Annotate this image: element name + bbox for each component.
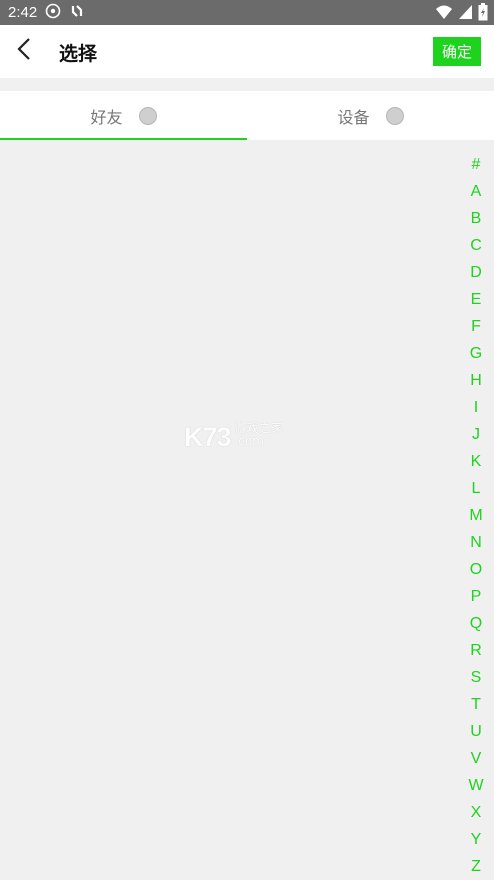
status-bar: 2:42 (0, 0, 494, 25)
back-button[interactable] (10, 36, 40, 66)
alpha-index-letter[interactable]: T (471, 691, 481, 718)
battery-icon (478, 3, 488, 25)
tab-friends[interactable]: 好友 (0, 91, 247, 140)
tab-devices-label: 设备 (337, 109, 370, 127)
alpha-index-letter[interactable]: L (472, 475, 481, 502)
alpha-index-letter[interactable]: # (472, 151, 481, 178)
alpha-index-letter[interactable]: C (470, 232, 482, 259)
alpha-index-letter[interactable]: A (471, 178, 482, 205)
alpha-index-letter[interactable]: B (471, 205, 482, 232)
alpha-index-letter[interactable]: D (470, 259, 482, 286)
alpha-index-letter[interactable]: G (470, 340, 482, 367)
content-area: K73 游戏之家 .com (0, 140, 494, 878)
alpha-index-letter[interactable]: W (468, 772, 483, 799)
status-time: 2:42 (8, 4, 38, 21)
confirm-button[interactable]: 确定 (433, 37, 481, 66)
alpha-index-letter[interactable]: E (471, 286, 482, 313)
page-title: 选择 (59, 44, 98, 65)
alpha-index-letter[interactable]: M (469, 502, 482, 529)
alpha-index-letter[interactable]: Z (471, 853, 481, 880)
tab-bar: 好友 设备 (0, 91, 494, 140)
alpha-index-letter[interactable]: H (470, 367, 482, 394)
cast-icon (45, 3, 61, 23)
alpha-index-letter[interactable]: R (470, 637, 482, 664)
alpha-index-letter[interactable]: N (470, 529, 482, 556)
watermark-domain: .com (234, 434, 264, 448)
sync-icon (69, 3, 85, 23)
alpha-index-letter[interactable]: V (471, 745, 482, 772)
alpha-index-letter[interactable]: P (471, 583, 482, 610)
tab-friends-label: 好友 (90, 109, 123, 127)
watermark-brand: K73 (184, 422, 232, 452)
alpha-index-letter[interactable]: O (470, 556, 482, 583)
tab-devices[interactable]: 设备 (247, 91, 494, 140)
alpha-index-letter[interactable]: I (474, 394, 478, 421)
alpha-index-letter[interactable]: S (471, 664, 482, 691)
alpha-index-letter[interactable]: Y (471, 826, 482, 853)
alphabet-index[interactable]: # A B C D E F G H I J K L M N O P Q R S T U V W X Y Z (468, 151, 484, 880)
tab-friends-radio[interactable] (138, 106, 157, 125)
signal-icon (458, 4, 473, 24)
alpha-index-letter[interactable]: F (471, 313, 481, 340)
watermark-logo: K73 游戏之家 .com (184, 422, 283, 453)
alpha-index-letter[interactable]: K (471, 448, 482, 475)
wifi-icon (435, 4, 453, 24)
alpha-index-letter[interactable]: J (472, 421, 480, 448)
tab-devices-radio[interactable] (385, 106, 404, 125)
alpha-index-letter[interactable]: X (471, 799, 482, 826)
alpha-index-letter[interactable]: Q (470, 610, 482, 637)
chevron-left-icon (15, 37, 35, 65)
alpha-index-letter[interactable]: U (470, 718, 482, 745)
title-bar: 选择 确定 (0, 25, 494, 78)
